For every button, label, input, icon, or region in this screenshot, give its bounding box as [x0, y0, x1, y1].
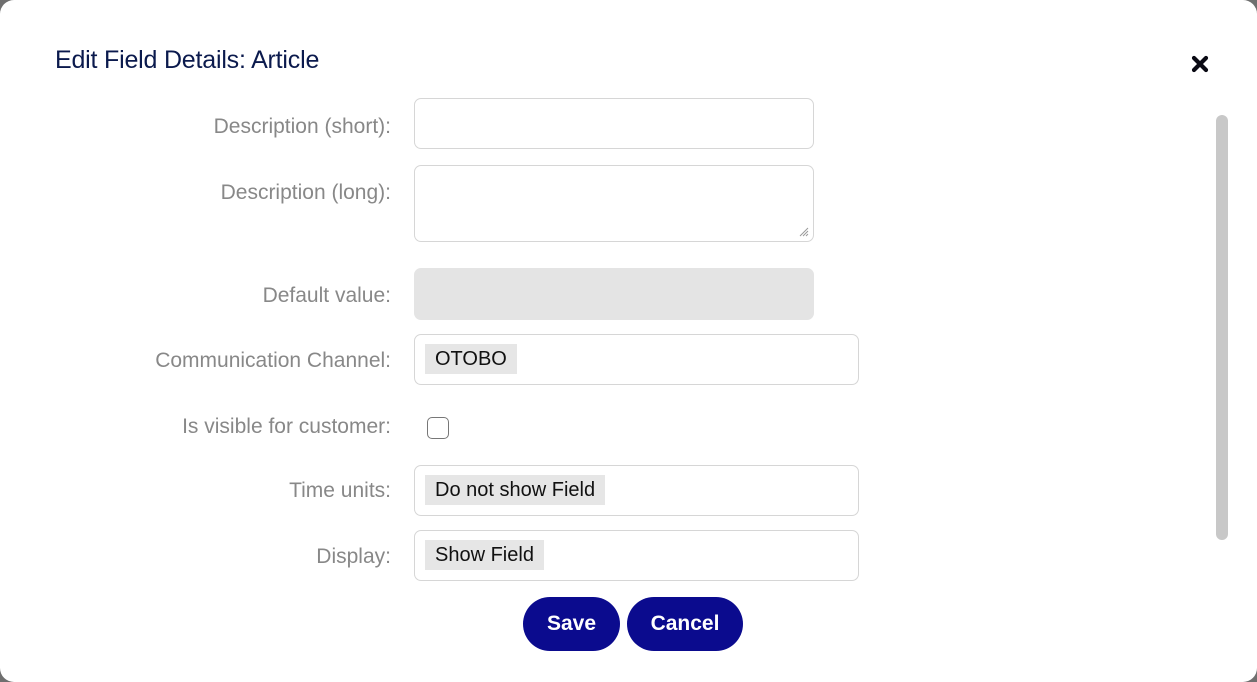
- description-long-textarea[interactable]: [414, 165, 814, 242]
- display-select[interactable]: Show Field: [414, 530, 859, 581]
- dialog-title: Edit Field Details: Article: [55, 46, 320, 74]
- time-units-selected[interactable]: Do not show Field: [425, 475, 606, 505]
- description-short-label: Description (short):: [213, 115, 391, 138]
- resize-grip-icon[interactable]: [797, 225, 809, 237]
- time-units-select[interactable]: Do not show Field: [414, 465, 859, 516]
- communication-channel-label: Communication Channel:: [155, 349, 391, 372]
- scrollbar[interactable]: [1216, 115, 1228, 540]
- communication-channel-select[interactable]: OTOBO: [414, 334, 859, 385]
- communication-channel-selected[interactable]: OTOBO: [425, 344, 517, 374]
- cancel-button[interactable]: Cancel: [627, 597, 743, 651]
- default-value-input: [414, 268, 814, 320]
- default-value-label: Default value:: [262, 284, 391, 307]
- edit-field-dialog: Edit Field Details: Article Description …: [0, 0, 1257, 682]
- close-icon: [1191, 55, 1209, 73]
- description-short-input[interactable]: [414, 98, 814, 149]
- time-units-label: Time units:: [289, 479, 391, 502]
- visible-for-customer-label: Is visible for customer:: [182, 415, 391, 438]
- close-button[interactable]: [1188, 52, 1212, 76]
- visible-for-customer-checkbox[interactable]: [427, 417, 449, 439]
- save-button[interactable]: Save: [523, 597, 620, 651]
- display-label: Display:: [316, 545, 391, 568]
- description-long-label: Description (long):: [220, 181, 391, 204]
- display-selected[interactable]: Show Field: [425, 540, 544, 570]
